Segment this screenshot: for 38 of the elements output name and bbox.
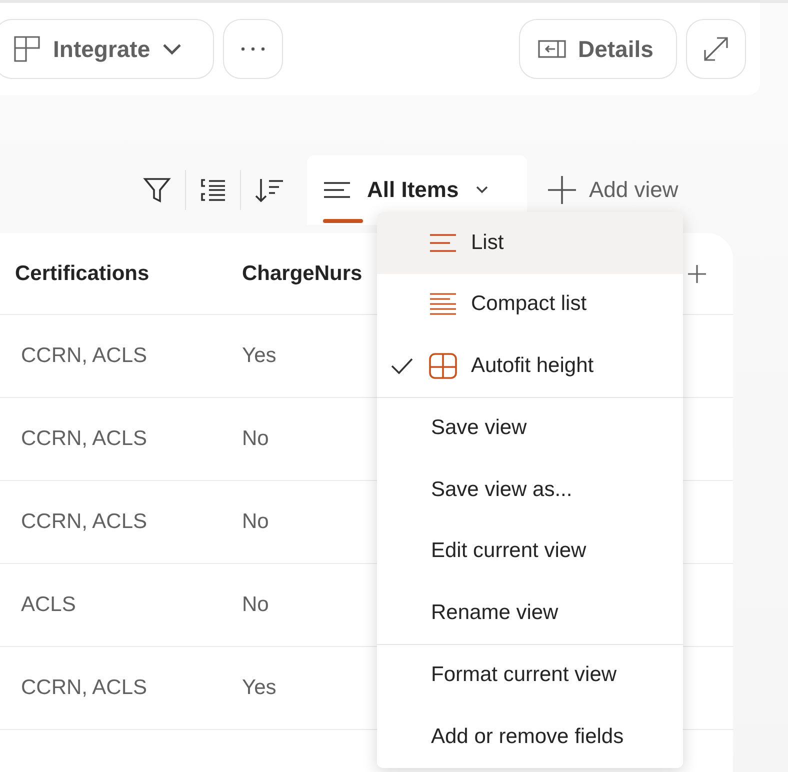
table-cell-text: ACLS [20, 593, 77, 617]
menu-item[interactable]: Save view [377, 398, 683, 459]
menu-item[interactable]: List [377, 212, 683, 274]
panel-icon [538, 40, 566, 58]
table-cell-text: CCRN, ACLS [20, 676, 148, 700]
table-cell-text: Yes [241, 344, 278, 368]
menu-item[interactable]: Edit current view [377, 520, 683, 582]
table-icon [429, 352, 457, 379]
lines-icon [429, 292, 457, 316]
filter-icon[interactable] [143, 177, 171, 203]
menu-item[interactable]: Add or remove fields [377, 706, 683, 768]
lines-icon [429, 232, 457, 253]
table-cell-text: No [241, 510, 270, 534]
checklist-icon[interactable] [200, 178, 226, 202]
menu-item[interactable]: Rename view [377, 582, 683, 644]
menu-item[interactable]: Autofit height [377, 335, 683, 396]
expand-button[interactable] [686, 19, 746, 79]
table-cell-text: Yes [241, 676, 278, 700]
menu-item[interactable]: Format current view [377, 644, 683, 706]
lines-icon [323, 181, 351, 199]
add-view-button[interactable]: Add view [547, 175, 678, 205]
sort-icon[interactable] [255, 177, 285, 203]
table-cell-text: CCRN, ACLS [20, 510, 148, 534]
more-icon [240, 46, 266, 52]
menu-item[interactable]: Compact list [377, 274, 683, 335]
plus-icon[interactable] [687, 264, 707, 284]
chevron-down-icon [162, 42, 182, 56]
menu-item[interactable]: Save view as... [377, 459, 683, 520]
table-cell-text: CCRN, ACLS [20, 344, 148, 368]
integrate-button[interactable]: Integrate [0, 19, 214, 79]
layout-icon [13, 35, 41, 63]
column-header[interactable]: Certifications [0, 262, 221, 286]
chevron-down-icon [474, 185, 489, 195]
details-button[interactable]: Details [519, 19, 677, 79]
expand-icon [703, 36, 729, 62]
table-cell-text: CCRN, ACLS [20, 427, 148, 451]
plus-icon [547, 175, 577, 205]
table-cell-text: No [241, 427, 270, 451]
